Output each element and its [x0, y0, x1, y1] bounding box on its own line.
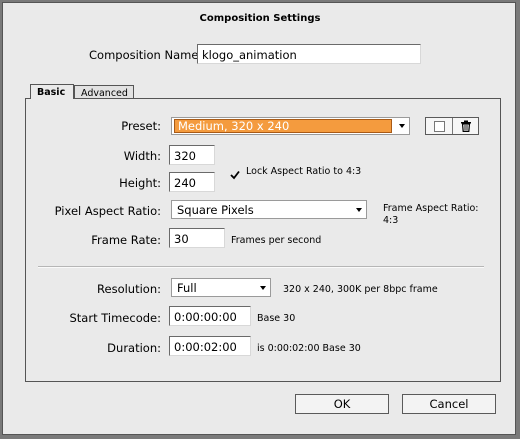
frame-aspect-label: Frame Aspect Ratio: [383, 203, 479, 214]
tab-advanced[interactable]: Advanced [74, 85, 134, 99]
resolution-dropdown[interactable]: Full [171, 278, 271, 297]
composition-name-label: Composition Name: [89, 48, 203, 62]
frame-aspect-value: 4:3 [383, 215, 399, 226]
frame-rate-label: Frame Rate: [91, 233, 161, 247]
preset-dropdown[interactable]: Medium, 320 x 240 [171, 117, 410, 135]
duration-field[interactable]: 0:00:02:00 [169, 336, 251, 356]
chevron-down-icon [356, 208, 362, 212]
lock-aspect-checkbox[interactable] [230, 165, 240, 180]
preset-label: Preset: [121, 119, 161, 133]
checkmark-icon [230, 170, 240, 180]
duration-label: Duration: [107, 341, 161, 355]
frame-rate-field[interactable]: 30 [169, 228, 225, 248]
cancel-button[interactable]: Cancel [402, 394, 496, 414]
pixel-aspect-label: Pixel Aspect Ratio: [54, 204, 161, 218]
resolution-label: Resolution: [97, 282, 161, 296]
start-timecode-label: Start Timecode: [69, 311, 161, 325]
height-field[interactable]: 240 [169, 172, 215, 192]
button-divider [452, 118, 453, 134]
width-label: Width: [123, 149, 161, 163]
tab-basic[interactable]: Basic [30, 84, 74, 99]
new-preset-icon[interactable] [434, 121, 445, 132]
trash-icon[interactable] [460, 120, 472, 132]
resolution-value: Full [177, 281, 197, 295]
width-field[interactable]: 320 [169, 145, 215, 165]
dialog-title: Composition Settings [199, 13, 321, 24]
lock-aspect-label: Lock Aspect Ratio to 4:3 [246, 166, 362, 177]
resolution-info: 320 x 240, 300K per 8bpc frame [283, 284, 438, 295]
duration-info: is 0:00:02:00 Base 30 [257, 343, 361, 354]
section-divider [38, 266, 484, 268]
preset-value: Medium, 320 x 240 [174, 119, 392, 133]
composition-name-field[interactable]: klogo_animation [197, 44, 421, 64]
chevron-down-icon [260, 286, 266, 290]
pixel-aspect-dropdown[interactable]: Square Pixels [171, 200, 367, 219]
chevron-down-icon [399, 124, 405, 128]
start-timecode-base: Base 30 [257, 313, 296, 324]
composition-settings-dialog: Composition Settings Composition Name: k… [2, 2, 516, 435]
start-timecode-field[interactable]: 0:00:00:00 [169, 306, 251, 326]
frame-rate-unit: Frames per second [231, 235, 322, 246]
height-label: Height: [119, 176, 161, 190]
ok-button[interactable]: OK [295, 394, 389, 414]
preset-buttons [425, 117, 479, 135]
pixel-aspect-value: Square Pixels [177, 203, 254, 217]
